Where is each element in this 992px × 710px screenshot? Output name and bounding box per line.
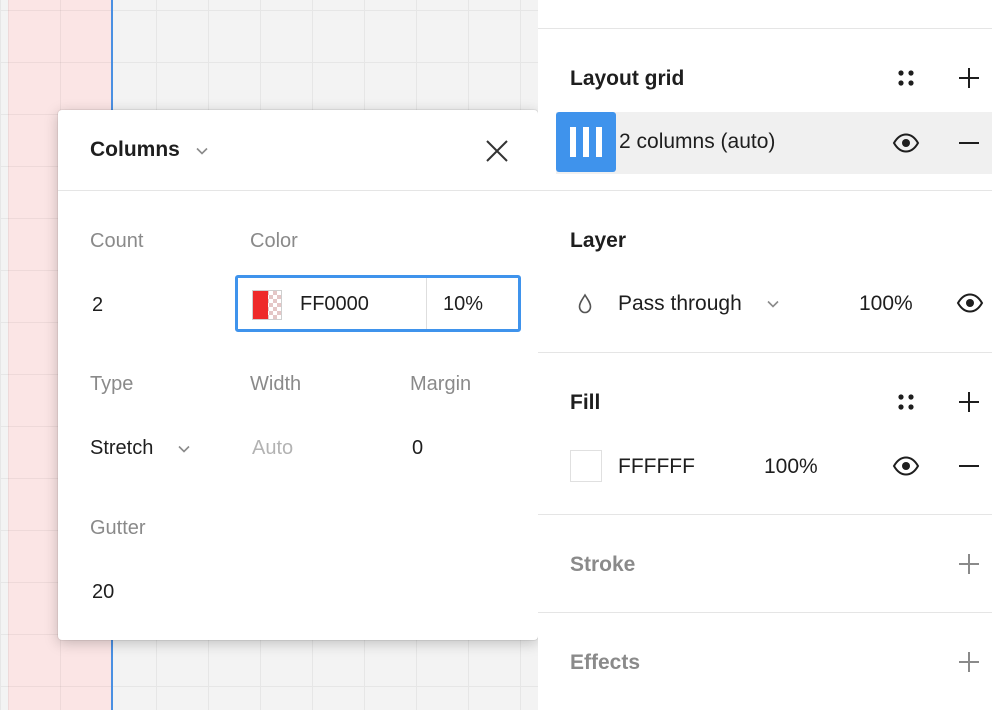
color-field[interactable]: FF0000 10% [235,275,521,332]
width-label: Width [250,373,302,395]
margin-input[interactable]: 0 [412,437,423,460]
type-label: Type [90,373,134,395]
divider [538,190,992,191]
fill-color-swatch[interactable] [570,450,602,482]
layout-grid-title: Layout grid [570,67,685,90]
chevron-down-icon[interactable] [765,297,781,311]
layer-title: Layer [570,229,627,252]
fill-title: Fill [570,391,601,414]
color-hex-input[interactable]: FF0000 [300,293,369,316]
blend-mode-drop-icon [578,293,592,314]
columns-grid-icon[interactable] [556,112,616,172]
color-label: Color [250,230,298,252]
grid-type-dropdown[interactable]: Columns [90,138,180,162]
chevron-down-icon[interactable] [194,144,210,158]
gutter-input[interactable]: 20 [92,581,114,604]
plus-icon[interactable] [957,66,981,90]
eye-icon[interactable] [892,455,920,477]
width-input[interactable]: Auto [252,437,293,460]
plus-icon[interactable] [957,650,981,674]
type-dropdown[interactable]: Stretch [90,437,153,460]
eye-icon[interactable] [956,292,984,314]
gutter-label: Gutter [90,517,146,539]
color-opacity-input[interactable]: 10% [443,293,483,316]
grid-styles-icon[interactable] [894,66,918,90]
close-icon[interactable] [482,136,512,166]
minus-icon[interactable] [957,131,981,155]
divider [538,514,992,515]
popover-header: Columns [58,110,538,191]
fill-hex-input[interactable]: FFFFFF [618,455,695,479]
plus-icon[interactable] [957,390,981,414]
count-input[interactable]: 2 [92,294,103,317]
effects-title: Effects [570,651,641,674]
chevron-down-icon[interactable] [176,442,192,456]
stroke-title: Stroke [570,553,636,576]
color-swatch[interactable] [252,290,282,320]
divider [426,278,427,329]
eye-icon[interactable] [892,132,920,154]
fill-styles-icon[interactable] [894,390,918,414]
blend-mode-dropdown[interactable]: Pass through [618,292,742,316]
fill-opacity-input[interactable]: 100% [764,455,818,479]
divider [538,352,992,353]
layout-grid-item[interactable]: 2 columns (auto) [556,112,992,174]
minus-icon[interactable] [957,454,981,478]
layout-grid-settings-popover: Columns Count Color 2 FF0000 10% Type Wi… [58,110,538,640]
divider [538,28,992,29]
layout-grid-item-label: 2 columns (auto) [619,130,776,153]
margin-label: Margin [410,373,472,395]
count-label: Count [90,230,144,252]
divider [538,612,992,613]
color-swatch-solid [253,291,268,319]
properties-panel: Layout grid 2 columns (auto) Layer Pass … [538,0,992,710]
layer-opacity-input[interactable]: 100% [859,292,913,316]
plus-icon[interactable] [957,552,981,576]
